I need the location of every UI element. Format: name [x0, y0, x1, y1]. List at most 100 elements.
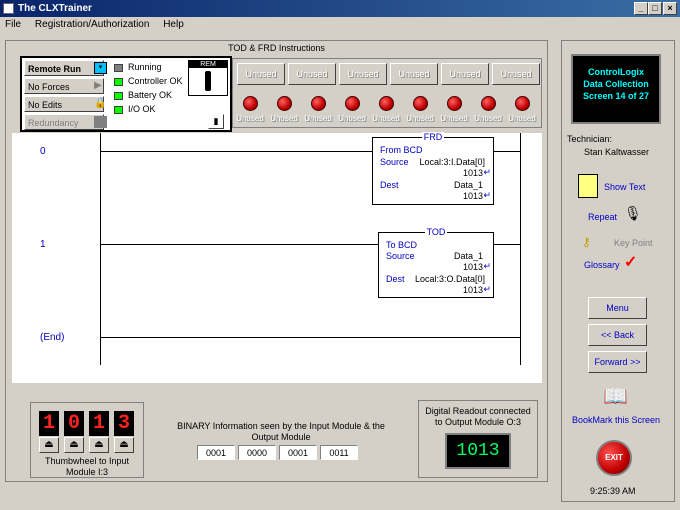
menu-registration[interactable]: Registration/Authorization	[35, 19, 150, 30]
rung-number: 0	[40, 146, 46, 157]
readout-display: 1013	[445, 433, 511, 469]
key-icon	[205, 71, 211, 91]
window-title: The CLXTrainer	[18, 3, 92, 14]
thumbwheel-increment-button[interactable]: ⏏	[39, 437, 59, 453]
thumbwheel-digit: 1	[39, 411, 59, 436]
thumbwheel-increment-button[interactable]: ⏏	[89, 437, 109, 453]
app-icon	[3, 3, 14, 14]
io-slot[interactable]: Unused	[390, 63, 438, 85]
tod-source-arrow-icon: ↵	[483, 261, 491, 271]
tod-dest-value: 1013	[462, 285, 483, 295]
technician-name: Stan Kaltwasser	[584, 147, 650, 157]
exit-button[interactable]: EXIT	[596, 440, 632, 476]
frd-name: FRD	[421, 132, 445, 142]
technician-label: Technician:	[567, 134, 613, 144]
clipboard-icon[interactable]	[578, 174, 598, 198]
lock-icon: 🔒	[94, 98, 107, 109]
tod-title: To BCD	[386, 240, 418, 250]
io-led-label: Unused	[440, 114, 468, 123]
thumbwheel-increment-button[interactable]: ⏏	[64, 437, 84, 453]
key-point-link[interactable]: Key Point	[614, 238, 653, 248]
key-icon[interactable]: ⚷	[582, 235, 591, 249]
binary-field: 0011	[320, 445, 358, 460]
menu-bar: File Registration/Authorization Help	[0, 17, 680, 33]
clock: 9:25:39 AM	[590, 486, 636, 496]
tod-source-label: Source	[386, 251, 415, 261]
tod-instruction[interactable]: TOD To BCD Source Data_1 1013 ↵ Dest Loc…	[378, 227, 494, 298]
tod-dest-arrow-icon: ↵	[483, 284, 491, 294]
io-led	[413, 96, 428, 111]
io-slot[interactable]: Unused	[492, 63, 540, 85]
io-led	[243, 96, 258, 111]
checkmark-icon: ✓	[624, 254, 638, 271]
io-slot[interactable]: Unused	[237, 63, 285, 85]
io-led	[311, 96, 326, 111]
frd-title: From BCD	[380, 145, 423, 155]
rung-wire	[100, 337, 520, 338]
io-led	[379, 96, 394, 111]
screen-line: Screen 14 of 27	[582, 91, 650, 101]
thumbwheel-digit: 1	[89, 411, 109, 436]
rung-wire	[100, 244, 378, 245]
minimize-button[interactable]: _	[634, 2, 648, 15]
io-led	[345, 96, 360, 111]
io-slot[interactable]: Unused	[441, 63, 489, 85]
frd-instruction[interactable]: FRD From BCD Source Local:3:I.Data[0] 10…	[372, 132, 494, 205]
io-led	[481, 96, 496, 111]
readout-label: Digital Readout connected to Output Modu…	[425, 406, 531, 427]
screen-info-display: ControlLogix Data Collection Screen 14 o…	[571, 54, 661, 124]
glossary-link[interactable]: Glossary	[584, 260, 620, 270]
io-led-label: Unused	[406, 114, 434, 123]
menu-file[interactable]: File	[5, 19, 21, 30]
book-icon[interactable]: 📖	[603, 384, 628, 409]
io-led-label: Unused	[236, 114, 264, 123]
screen-line: ControlLogix	[588, 67, 644, 77]
forward-button[interactable]: Forward >>	[588, 351, 647, 373]
io-led	[447, 96, 462, 111]
io-led	[277, 96, 292, 111]
maximize-button[interactable]: □	[648, 2, 662, 15]
frd-source-label: Source	[380, 157, 409, 167]
title-bar: The CLXTrainer	[0, 0, 680, 17]
running-label: Running	[128, 62, 162, 72]
thumbwheel-increment-button[interactable]: ⏏	[114, 437, 134, 453]
show-text-link[interactable]: Show Text	[604, 182, 645, 192]
edits-label: No Edits	[28, 100, 63, 110]
back-button[interactable]: << Back	[588, 324, 647, 346]
mode-dropdown-icon[interactable]: ▾	[94, 62, 107, 74]
io-ok-led	[114, 106, 123, 114]
binary-field: 0001	[197, 445, 235, 460]
right-power-rail	[520, 133, 521, 365]
menu-help[interactable]: Help	[163, 19, 184, 30]
bookmark-link[interactable]: BookMark this Screen	[572, 415, 660, 425]
repeat-link[interactable]: Repeat	[588, 212, 617, 222]
io-slot[interactable]: Unused	[339, 63, 387, 85]
controller-ok-led	[114, 78, 123, 86]
keyswitch[interactable]: REM	[188, 60, 228, 96]
io-led-label: Unused	[304, 114, 332, 123]
thumbwheel-panel: 1 0 1 3 ⏏ ⏏ ⏏ ⏏ Thumbwheel to Input Modu…	[30, 402, 144, 478]
binary-field: 0001	[279, 445, 317, 460]
tod-dest-label: Dest	[386, 274, 405, 284]
binary-field: 0000	[238, 445, 276, 460]
tod-name: TOD	[424, 227, 448, 237]
forces-arrow-icon[interactable]: ▶	[94, 80, 102, 91]
io-slot[interactable]: Unused	[288, 63, 336, 85]
tod-source-value: 1013	[462, 262, 483, 272]
forces-label: No Forces	[28, 82, 70, 92]
thumbwheel-digit: 3	[114, 411, 134, 436]
redundancy-status: Redundancy	[24, 114, 104, 130]
close-button[interactable]: ×	[663, 2, 677, 15]
running-led	[114, 64, 123, 72]
frd-dest-arrow-icon: ↵	[483, 190, 491, 200]
microphone-icon[interactable]: 🎙	[624, 205, 642, 222]
frd-source-tag: Local:3:I.Data[0]	[419, 157, 485, 167]
rung-number: 1	[40, 239, 46, 250]
menu-button[interactable]: Menu	[588, 297, 647, 319]
mode-status: Remote Run	[24, 60, 104, 76]
frame-title: TOD & FRD Instructions	[228, 43, 325, 53]
io-led-label: Unused	[270, 114, 298, 123]
battery-icon: ▮	[208, 114, 224, 129]
io-led-label: Unused	[474, 114, 502, 123]
forces-status: No Forces	[24, 78, 104, 94]
